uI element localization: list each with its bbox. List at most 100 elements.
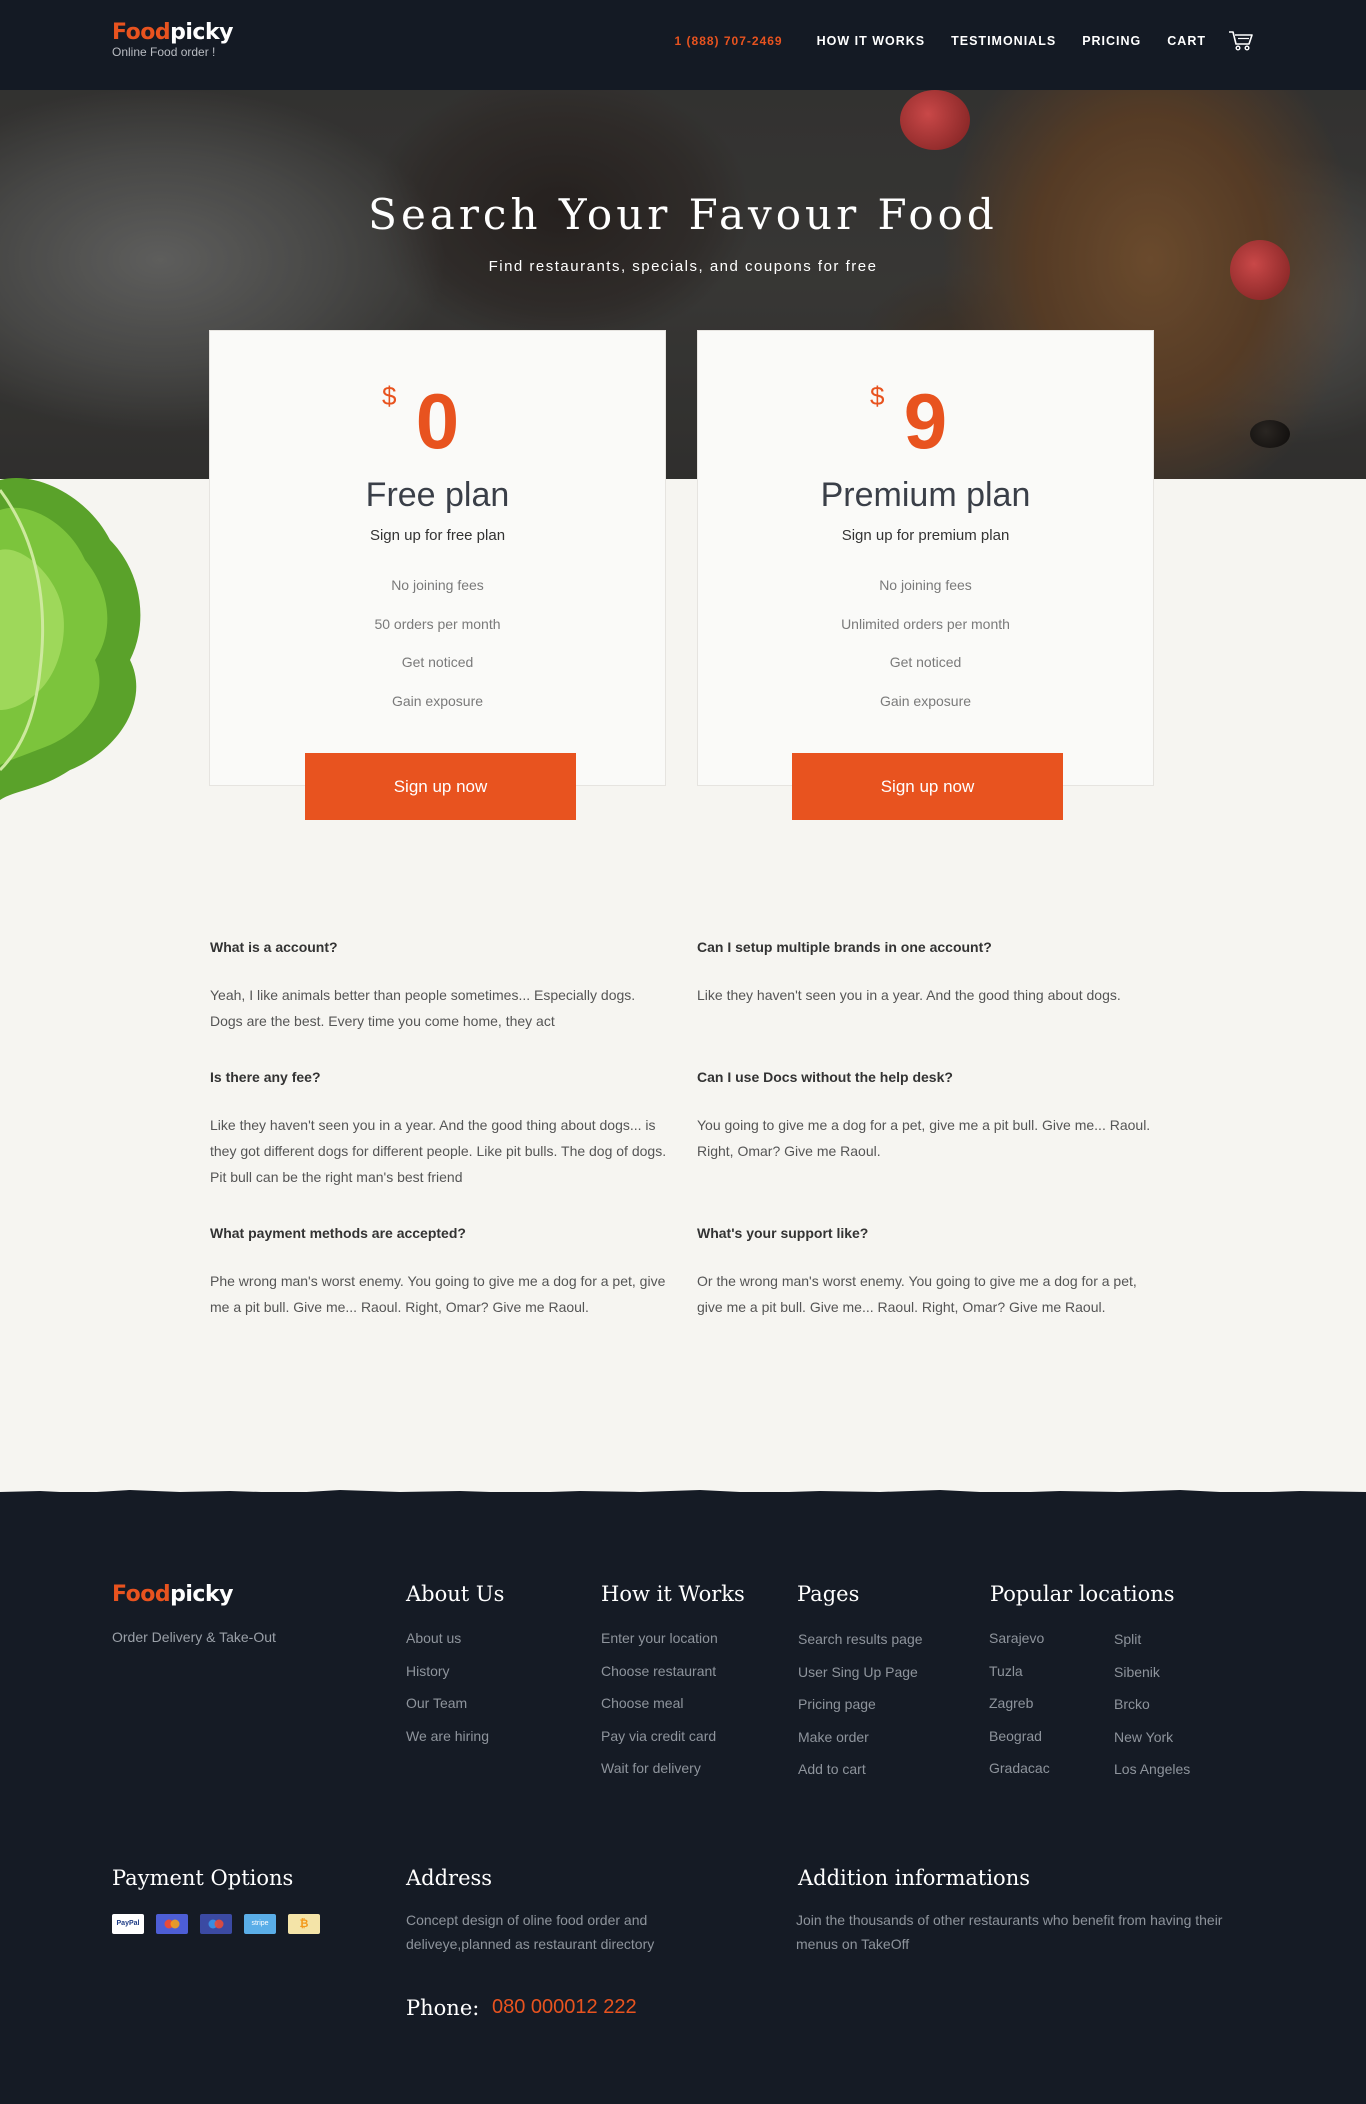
logo-wordmark: Foodpicky [112, 20, 233, 45]
pricing-card-free: $ 0 Free plan Sign up for free plan No j… [209, 330, 666, 786]
faq-answer: Or the wrong man's worst enemy. You goin… [697, 1273, 1137, 1315]
faq-right-column: Can I setup multiple brands in one accou… [697, 930, 1157, 1320]
footer-addition-text: Join the thousands of other restaurants … [796, 1912, 1223, 1952]
footer-link[interactable]: Brcko [1114, 1694, 1190, 1727]
faq-question: What is a account? [210, 939, 338, 955]
nav-pricing[interactable]: PRICING [1082, 34, 1141, 48]
footer-link[interactable]: Add to cart [798, 1759, 923, 1792]
footer-link[interactable]: Choose restaurant [601, 1661, 718, 1694]
footer-link[interactable]: Wait for delivery [601, 1758, 718, 1791]
plan-feature: Gain exposure [879, 692, 972, 709]
faq-item: Can I use Docs without the help desk? Yo… [697, 1060, 1157, 1216]
cart-icon[interactable] [1228, 30, 1254, 52]
mastercard-icon [156, 1914, 188, 1934]
signup-premium-button[interactable]: Sign up now [792, 753, 1063, 820]
main-nav: 1 (888) 707-2469 HOW IT WORKS TESTIMONIA… [675, 30, 1254, 52]
footer-link[interactable]: Enter your location [601, 1628, 718, 1661]
plan-subtitle: Sign up for free plan [369, 527, 506, 544]
footer-heading-payment: Payment Options [112, 1866, 294, 1890]
nav-phone[interactable]: 1 (888) 707-2469 [675, 34, 783, 48]
logo[interactable]: Foodpicky Online Food order ! [112, 20, 233, 59]
nav-testimonials[interactable]: TESTIMONIALS [951, 34, 1056, 48]
footer-tagline: Order Delivery & Take-Out [112, 1629, 276, 1645]
logo-tagline: Online Food order ! [112, 45, 216, 59]
faq-question: What's your support like? [697, 1225, 869, 1241]
plan-name: Premium plan [820, 476, 1031, 514]
stripe-icon: stripe [244, 1914, 276, 1934]
strawberry-decoration [1250, 420, 1290, 448]
footer-link[interactable]: Pay via credit card [601, 1726, 718, 1759]
faq-item: Can I setup multiple brands in one accou… [697, 930, 1157, 1060]
plan-feature: Unlimited orders per month [841, 615, 1010, 632]
price: $ 0 [210, 381, 665, 461]
footer-heading-locations: Popular locations [990, 1582, 1175, 1606]
footer-logo[interactable]: Foodpicky [112, 1582, 233, 1607]
footer-link[interactable]: Los Angeles [1114, 1759, 1190, 1792]
torn-edge-divider [0, 1490, 1366, 1504]
bitcoin-icon: ₿ [288, 1914, 320, 1934]
footer-pages-links: Search results page User Sing Up Page Pr… [798, 1629, 923, 1792]
faq-item: What payment methods are accepted? Phe w… [210, 1216, 670, 1320]
footer-link[interactable]: Make order [798, 1727, 923, 1760]
paypal-icon: PayPal [112, 1914, 144, 1934]
footer-link[interactable]: Beograd [989, 1726, 1050, 1759]
footer-how-links: Enter your location Choose restaurant Ch… [601, 1628, 718, 1791]
faq-item: Is there any fee? Like they haven't seen… [210, 1060, 670, 1216]
faq-answer: Like they haven't seen you in a year. An… [210, 1117, 667, 1185]
footer-link[interactable]: Split [1114, 1629, 1190, 1662]
footer-link[interactable]: Zagreb [989, 1693, 1050, 1726]
plan-feature: Get noticed [401, 654, 474, 670]
faq-question: What payment methods are accepted? [210, 1225, 466, 1241]
signup-free-button[interactable]: Sign up now [305, 753, 576, 820]
lettuce-decoration [0, 470, 180, 810]
hero-banner: Search Your Favour Food Find restaurants… [0, 90, 1366, 479]
footer-heading-about: About Us [406, 1582, 505, 1606]
plan-features: No joining fees 50 orders per month Get … [210, 566, 665, 720]
plan-feature: No joining fees [391, 577, 484, 593]
footer-link[interactable]: Pricing page [798, 1694, 923, 1727]
pricing-card-premium: $ 9 Premium plan Sign up for premium pla… [697, 330, 1154, 786]
footer-link[interactable]: Our Team [406, 1693, 489, 1726]
footer-link[interactable]: Gradacac [989, 1758, 1050, 1791]
hero-subtitle: Find restaurants, specials, and coupons … [488, 258, 878, 275]
footer-phone-label: Phone: [406, 1996, 480, 2020]
footer-link[interactable]: Choose meal [601, 1693, 718, 1726]
footer-locations-col2: Split Sibenik Brcko New York Los Angeles [1114, 1629, 1190, 1792]
plan-feature: 50 orders per month [374, 615, 501, 632]
footer-heading-addition: Addition informations [798, 1866, 1030, 1890]
plan-name: Free plan [365, 476, 510, 514]
price-value: 0 [415, 377, 460, 465]
faq-answer: Phe wrong man's worst enemy. You going t… [210, 1273, 666, 1315]
footer-link[interactable]: Tuzla [989, 1661, 1050, 1694]
footer-link[interactable]: About us [406, 1628, 489, 1661]
nav-how-it-works[interactable]: HOW IT WORKS [817, 34, 926, 48]
nav-cart[interactable]: CART [1167, 34, 1206, 48]
strawberry-decoration [900, 90, 970, 150]
price: $ 9 [698, 381, 1153, 461]
footer: Foodpicky Order Delivery & Take-Out Abou… [0, 1492, 1366, 2104]
footer-link[interactable]: Sarajevo [989, 1628, 1050, 1661]
plan-features: No joining fees Unlimited orders per mon… [698, 566, 1153, 720]
footer-link[interactable]: Sibenik [1114, 1662, 1190, 1695]
faq-answer: You going to give me a dog for a pet, gi… [697, 1117, 1151, 1159]
price-value: 9 [903, 377, 948, 465]
faq-answer: Yeah, I like animals better than people … [210, 987, 636, 1029]
footer-address-text: Concept design of oline food order and d… [406, 1912, 655, 1952]
footer-phone-value[interactable]: 080 000012 222 [492, 1996, 637, 2019]
footer-link[interactable]: User Sing Up Page [798, 1662, 923, 1695]
faq-question: Can I setup multiple brands in one accou… [697, 939, 992, 955]
footer-heading-how: How it Works [601, 1582, 745, 1606]
hero-title: Search Your Favour Food [368, 190, 998, 239]
footer-link[interactable]: New York [1114, 1727, 1190, 1760]
faq-answer: Like they haven't seen you in a year. An… [697, 987, 1121, 1003]
plan-feature: No joining fees [879, 577, 972, 593]
faq-question: Is there any fee? [210, 1069, 321, 1085]
footer-link[interactable]: We are hiring [406, 1726, 489, 1759]
footer-heading-address: Address [406, 1866, 493, 1890]
price-currency: $ [382, 381, 397, 411]
footer-link[interactable]: History [406, 1661, 489, 1694]
footer-link[interactable]: Search results page [798, 1629, 923, 1662]
faq-item: What is a account? Yeah, I like animals … [210, 930, 670, 1060]
payment-icons: PayPal stripe ₿ [112, 1914, 332, 1934]
faq-left-column: What is a account? Yeah, I like animals … [210, 930, 670, 1320]
